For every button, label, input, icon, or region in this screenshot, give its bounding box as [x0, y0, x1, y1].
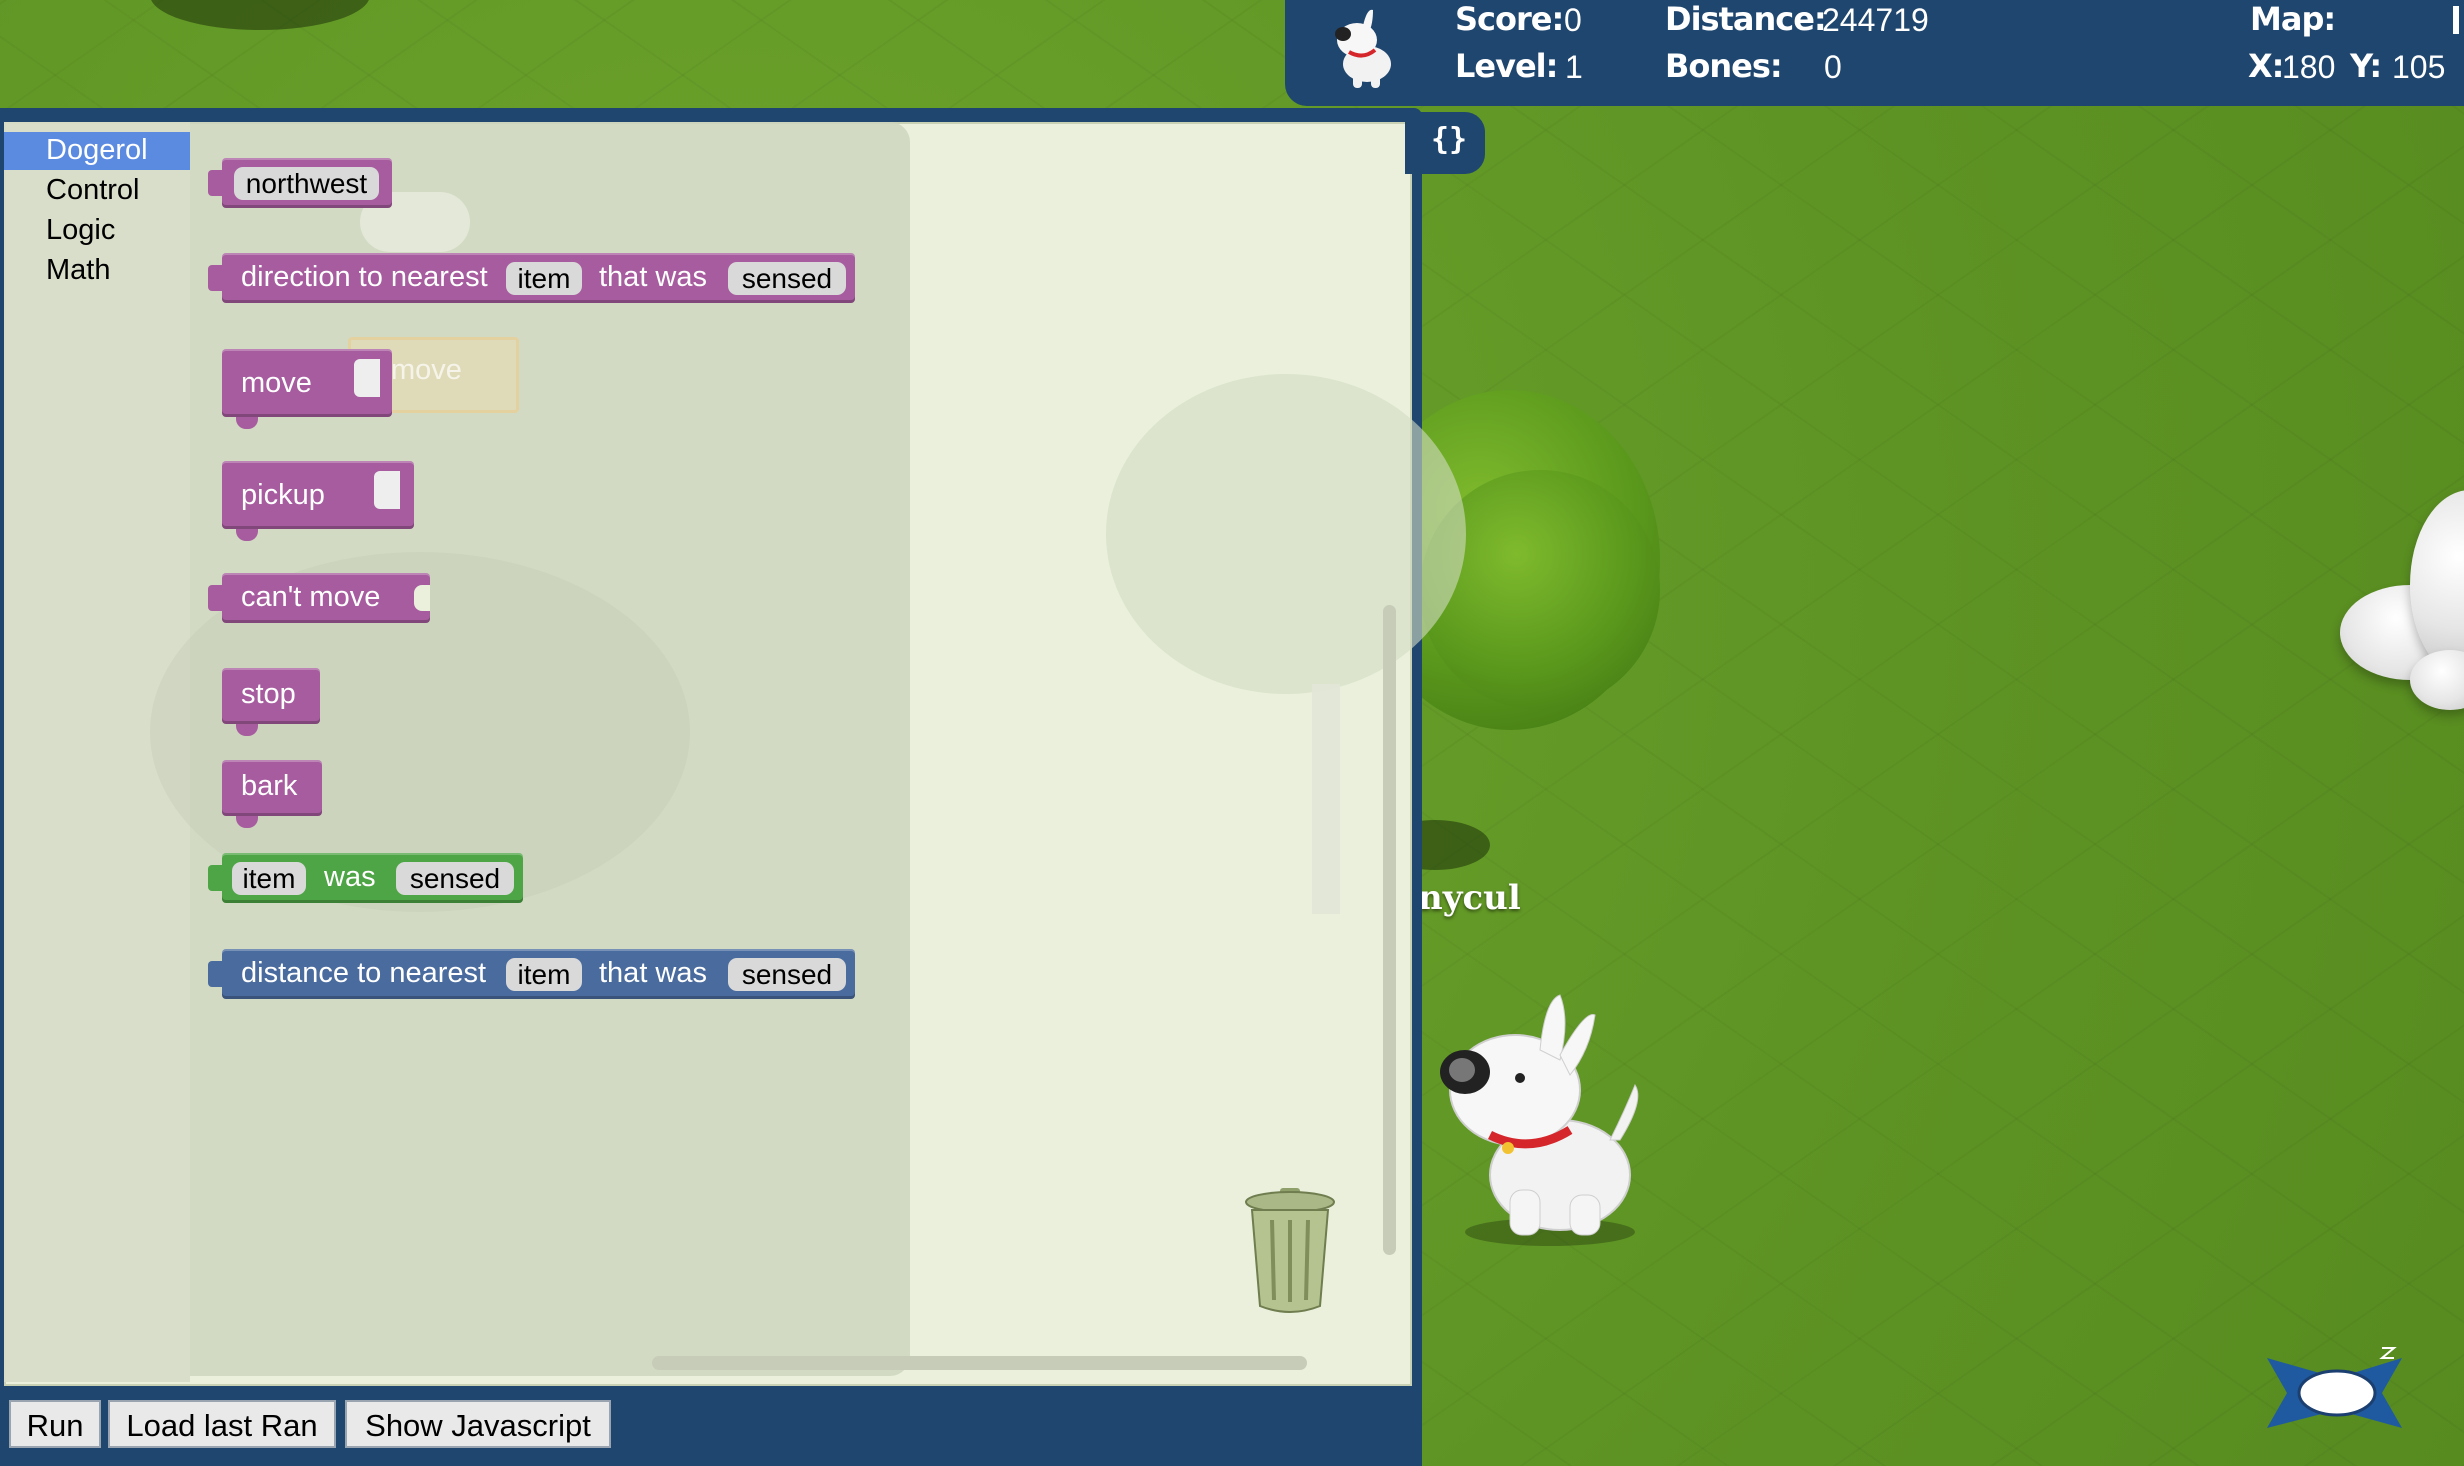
distance-value: 244719 — [1822, 2, 1929, 38]
item-was-sensed-block[interactable]: item was sensed — [208, 853, 523, 903]
workspace-vertical-scrollbar[interactable] — [1383, 605, 1396, 1255]
sensed-dropdown[interactable]: sensed — [728, 958, 846, 991]
dog-character-icon — [1440, 994, 1639, 1246]
x-label: X: — [2248, 47, 2284, 85]
level-label: Level: — [1455, 47, 1558, 85]
load-last-ran-button[interactable]: Load last Ran — [108, 1400, 336, 1448]
distance-label: Distance: — [1665, 0, 1827, 38]
y-value: 105 — [2392, 49, 2446, 85]
level-value: 1 — [1565, 49, 1583, 85]
category-control[interactable]: Control — [4, 172, 190, 210]
dog-avatar-icon — [1335, 9, 1391, 88]
score-label: Score: — [1455, 0, 1564, 38]
sleep-icon[interactable] — [2262, 1338, 2412, 1438]
item-dropdown[interactable]: item — [506, 262, 582, 295]
pickup-block[interactable]: pickup — [222, 461, 414, 541]
score-value: 0 — [1564, 2, 1582, 38]
status-hud: Score: 0 Distance: 244719 Map: Level: 1 … — [1285, 0, 2464, 106]
player-name: nycul — [1418, 878, 1521, 918]
y-label: Y: — [2350, 47, 2382, 85]
run-button[interactable]: Run — [9, 1400, 101, 1448]
bark-block[interactable]: bark — [222, 760, 322, 828]
block-flyout — [150, 122, 910, 1376]
bones-label: Bones: — [1665, 47, 1783, 85]
northwest-block[interactable]: northwest — [208, 158, 392, 208]
input-socket — [374, 471, 400, 509]
workspace-watermark — [1312, 684, 1340, 914]
braces-icon: {} — [1431, 122, 1468, 157]
category-logic[interactable]: Logic — [4, 212, 190, 250]
item-dropdown[interactable]: item — [506, 958, 582, 991]
workspace-horizontal-scrollbar[interactable] — [652, 1356, 1307, 1370]
move-block[interactable]: move — [222, 349, 392, 429]
bones-value: 0 — [1824, 49, 1842, 85]
item-dropdown[interactable]: item — [232, 862, 306, 895]
show-javascript-button[interactable]: Show Javascript — [345, 1400, 611, 1448]
category-dogerol[interactable]: Dogerol — [4, 132, 190, 170]
stop-block[interactable]: stop — [222, 668, 320, 736]
workspace-watermark — [1106, 374, 1466, 694]
sensed-dropdown[interactable]: sensed — [728, 262, 846, 295]
map-label: Map: — [2250, 0, 2336, 38]
direction-to-nearest-block[interactable]: direction to nearest item that was sense… — [208, 253, 855, 303]
cant-move-block[interactable]: can't move — [208, 573, 430, 623]
distance-to-nearest-block[interactable]: distance to nearest item that was sensed — [208, 949, 855, 999]
tree-shadow — [150, 0, 370, 30]
sensed-dropdown[interactable]: sensed — [396, 862, 514, 895]
code-view-toggle[interactable]: {} — [1405, 112, 1485, 174]
input-socket — [354, 359, 380, 397]
x-value: 180 — [2282, 49, 2336, 85]
category-math[interactable]: Math — [4, 252, 190, 290]
map-indicator — [2453, 6, 2459, 34]
trash-icon[interactable] — [1242, 1188, 1338, 1316]
